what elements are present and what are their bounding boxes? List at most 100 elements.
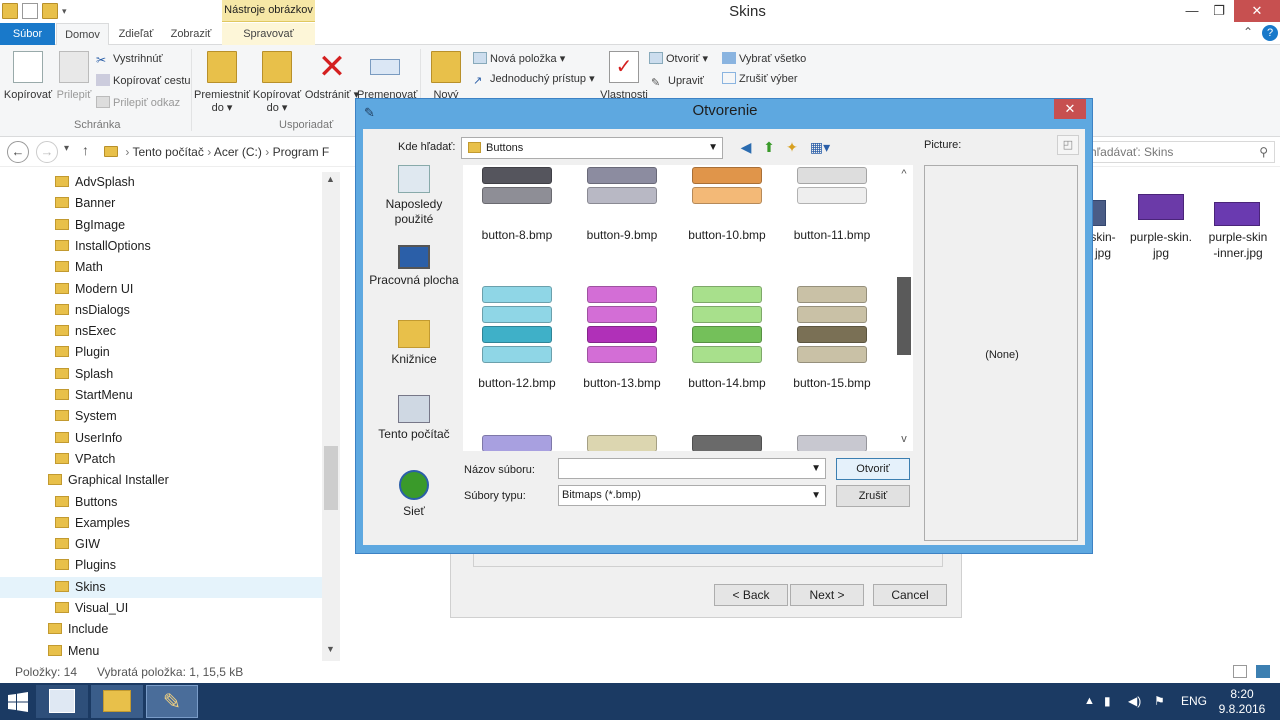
paste-shortcut-button[interactable]: Prilepiť odkaz [96, 94, 180, 112]
bmp-thumbnail[interactable] [690, 284, 764, 364]
tree-item[interactable]: Include [0, 619, 322, 640]
tree-item[interactable]: AdvSplash [0, 172, 322, 193]
cancel-button[interactable]: Cancel [873, 584, 947, 606]
bmp-thumbnail[interactable] [585, 165, 659, 205]
tree-item[interactable]: nsExec [0, 321, 322, 342]
tree-item[interactable]: Plugin [0, 342, 322, 363]
taskbar-file-explorer[interactable] [91, 685, 143, 718]
file-thumbnail[interactable] [1214, 202, 1260, 226]
scroll-thumb[interactable] [897, 277, 911, 355]
action-center-icon[interactable]: ⚑ [1154, 683, 1165, 720]
tab-view[interactable]: Zobraziť [165, 23, 217, 45]
bmp-thumbnail[interactable] [480, 433, 554, 451]
preview-toggle-icon[interactable]: ◰ [1057, 135, 1079, 155]
tree-item[interactable]: Splash [0, 364, 322, 385]
file-list-scrollbar[interactable]: ^ v [895, 165, 913, 451]
tab-home[interactable]: Domov [56, 23, 109, 46]
view-menu-icon[interactable]: ▦▾ [807, 138, 833, 156]
back-button[interactable]: < Back [714, 584, 788, 606]
scroll-down-icon[interactable]: v [895, 433, 913, 445]
details-view-icon[interactable] [1233, 665, 1247, 678]
move-to-button[interactable]: Premiestniť do ▾ [194, 49, 250, 115]
clock[interactable]: 8:20 9.8.2016 [1212, 683, 1272, 720]
breadcrumb-program-files[interactable]: Program F [273, 145, 330, 159]
back-icon[interactable]: ◀ [737, 138, 755, 156]
bmp-file-name[interactable]: button-11.bmp [777, 228, 887, 242]
tab-manage[interactable]: Spravovať [222, 23, 315, 45]
search-input[interactable]: hľadávať: Skins ⚲ [1085, 141, 1275, 163]
tree-scrollbar[interactable]: ▲ ▼ [322, 172, 340, 662]
bmp-file-name[interactable]: button-15.bmp [777, 376, 887, 390]
bmp-thumbnail[interactable] [480, 165, 554, 205]
file-name[interactable]: purple-skin. jpg [1125, 229, 1197, 261]
breadcrumb-this-pc[interactable]: Tento počítač [132, 145, 203, 159]
bmp-file-name[interactable]: button-14.bmp [672, 376, 782, 390]
dialog-close-button[interactable]: ✕ [1054, 99, 1086, 119]
forward-arrow-icon[interactable]: → [36, 141, 58, 163]
bmp-file-name[interactable]: button-8.bmp [463, 228, 572, 242]
up-arrow-icon[interactable]: ↑ [82, 142, 89, 158]
bmp-thumbnail[interactable] [585, 284, 659, 364]
network-tray-icon[interactable]: ▮ [1104, 683, 1111, 720]
address-path[interactable]: › Tento počítač › Acer (C:) › Program F [104, 141, 354, 163]
tree-item[interactable]: StartMenu [0, 385, 322, 406]
select-all-button[interactable]: Vybrať všetko [722, 50, 806, 68]
copy-to-button[interactable]: Kopírovať do ▾ [249, 49, 305, 115]
place-libraries[interactable]: Knižnice [367, 320, 461, 367]
new-folder-qa-icon[interactable] [42, 3, 58, 19]
tab-file[interactable]: Súbor [0, 23, 55, 45]
scroll-down-icon[interactable]: ▼ [326, 644, 335, 654]
taskbar-installer-app[interactable] [36, 685, 88, 718]
filetype-select[interactable]: Bitmaps (*.bmp) ▼ [558, 485, 826, 506]
scroll-thumb[interactable] [324, 446, 338, 510]
large-icons-view-icon[interactable] [1256, 665, 1270, 678]
tree-item[interactable]: System [0, 406, 322, 427]
cut-button[interactable]: ✂ Vystrihnúť [96, 50, 163, 68]
bmp-thumbnail[interactable] [690, 433, 764, 451]
tree-item[interactable]: Math [0, 257, 322, 278]
tree-item[interactable]: Skins [0, 576, 322, 598]
back-arrow-icon[interactable]: ← [7, 141, 29, 163]
cancel-dialog-button[interactable]: Zrušiť [836, 485, 910, 507]
bmp-file-name[interactable]: button-9.bmp [567, 228, 677, 242]
tree-item[interactable]: Menu [0, 641, 322, 662]
file-name[interactable]: purple-skin -inner.jpg [1203, 229, 1273, 261]
new-folder-icon[interactable]: ✦ [783, 138, 801, 156]
tree-item[interactable]: Buttons [0, 492, 322, 513]
filename-input[interactable]: ▼ [558, 458, 826, 479]
bmp-thumbnail[interactable] [795, 433, 869, 451]
tree-item[interactable]: BgImage [0, 215, 322, 236]
breadcrumb-drive[interactable]: Acer (C:) [214, 145, 262, 159]
rename-button[interactable]: Premenovať [357, 49, 417, 102]
tree-item[interactable]: nsDialogs [0, 300, 322, 321]
copy-path-button[interactable]: Kopírovať cestu [96, 72, 191, 90]
scroll-up-icon[interactable]: ▲ [326, 174, 335, 184]
start-button[interactable] [0, 685, 36, 718]
bmp-thumbnail[interactable] [585, 433, 659, 451]
open-dialog-button[interactable]: Otvoriť [836, 458, 910, 480]
collapse-ribbon-icon[interactable]: ⌃ [1243, 25, 1253, 39]
tree-item[interactable]: Plugins [0, 555, 322, 576]
show-hidden-icons[interactable]: ▲ [1084, 683, 1095, 720]
tab-share[interactable]: Zdieľať [112, 23, 160, 45]
tree-item[interactable]: Examples [0, 513, 322, 534]
properties-button[interactable]: ✓ Vlastnosti [596, 49, 652, 102]
place-desktop[interactable]: Pracovná plocha [367, 245, 461, 288]
volume-icon[interactable]: ◀) [1128, 683, 1141, 720]
bmp-thumbnail[interactable] [795, 284, 869, 364]
tree-item[interactable]: VPatch [0, 449, 322, 470]
tree-item[interactable]: Modern UI [0, 279, 322, 300]
up-folder-icon[interactable]: ⬆ [760, 138, 778, 156]
place-recent[interactable]: Naposledy použité [367, 165, 461, 227]
taskbar-paint-app[interactable]: ✎ [146, 685, 198, 718]
select-none-button[interactable]: Zrušiť výber [722, 70, 798, 88]
place-this-pc[interactable]: Tento počítač [367, 395, 461, 442]
bmp-thumbnail[interactable] [795, 165, 869, 205]
help-icon[interactable]: ? [1262, 25, 1278, 41]
open-button[interactable]: Otvoriť ▾ [649, 50, 708, 68]
tree-item[interactable]: GIW [0, 534, 322, 555]
bmp-file-name[interactable]: button-12.bmp [463, 376, 572, 390]
scroll-up-icon[interactable]: ^ [895, 168, 913, 180]
delete-button[interactable]: ✕ Odstrániť ▾ [304, 49, 360, 102]
place-network[interactable]: Sieť [367, 470, 461, 519]
